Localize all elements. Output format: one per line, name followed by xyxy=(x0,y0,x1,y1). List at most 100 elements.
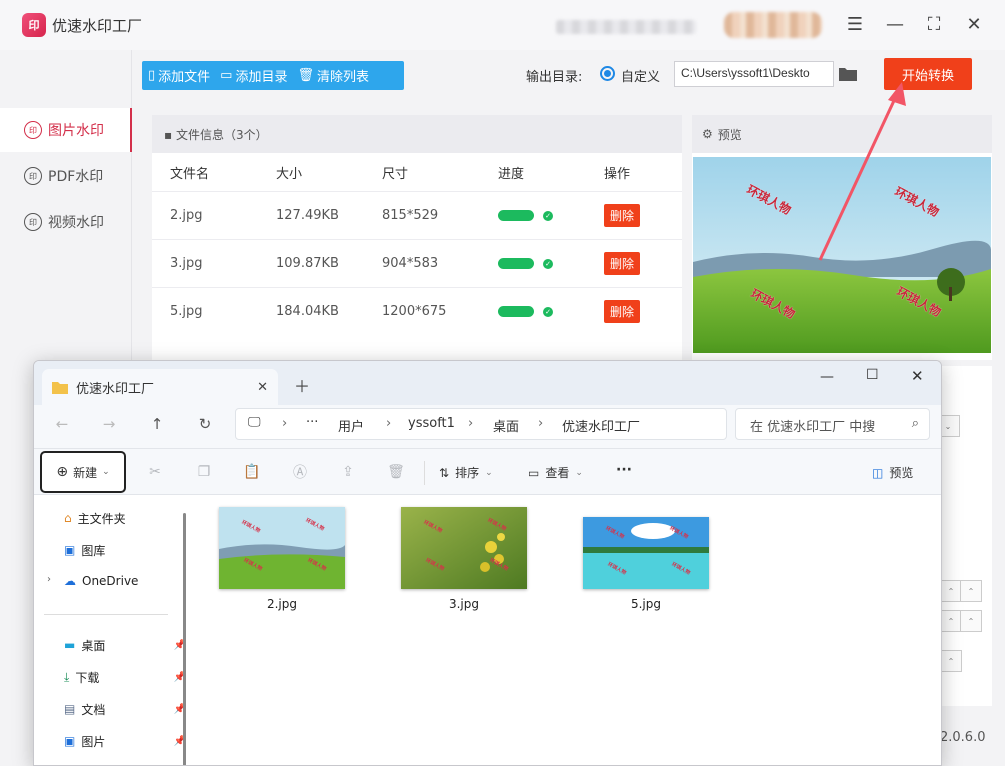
table-header: 文件名 大小 尺寸 进度 操作 xyxy=(152,153,682,191)
plus-circle-icon: ⊕ xyxy=(56,464,69,480)
tab-close-icon[interactable]: ✕ xyxy=(257,380,268,395)
file-toolbar: ▯ 添加文件 ▭ 添加目录 🗑 清除列表 xyxy=(142,61,404,90)
col-action: 操作 xyxy=(604,166,631,182)
preview-pane-button[interactable]: ◫ 预览 xyxy=(872,464,913,481)
progress-bar xyxy=(498,306,534,317)
nav-item-downloads[interactable]: ⤓ 下载 📌 xyxy=(64,663,186,691)
breadcrumb-item[interactable]: 优速水印工厂 xyxy=(562,416,640,435)
search-icon: ⌕ xyxy=(911,416,919,431)
app-version: 2.0.6.0 xyxy=(940,730,986,745)
tab-title: 优速水印工厂 xyxy=(76,381,155,397)
sort-icon: ⇅ xyxy=(439,465,450,480)
more-options-icon[interactable]: ··· xyxy=(616,462,632,478)
copy-icon[interactable]: ❐ xyxy=(193,461,215,483)
more-path-icon[interactable]: ··· xyxy=(306,415,318,430)
file-info-header: ▪ 文件信息（3个） xyxy=(152,115,682,153)
col-dims: 尺寸 xyxy=(382,166,409,182)
breadcrumb-item[interactable]: 桌面 xyxy=(493,416,519,435)
menu-icon[interactable]: ☰ xyxy=(843,12,867,36)
new-button[interactable]: ⊕ 新建 ⌄ xyxy=(40,451,126,493)
seal-icon: 印 xyxy=(24,167,42,185)
progress-indicator: ✓ xyxy=(498,192,553,239)
file-name-label[interactable]: 2.jpg xyxy=(219,597,345,611)
file-name-label[interactable]: 3.jpg xyxy=(401,597,527,611)
annotation-arrow xyxy=(818,82,906,261)
file-icon: ▯ xyxy=(148,68,156,83)
spinner-control[interactable]: ⌃ xyxy=(940,610,962,632)
explorer-tab[interactable]: 优速水印工厂 ✕ xyxy=(42,369,278,405)
clear-list-button[interactable]: 🗑 清除列表 xyxy=(297,66,369,85)
nav-item-desktop[interactable]: ▬ 桌面 📌 xyxy=(64,631,186,659)
file-name: 5.jpg xyxy=(170,304,203,319)
chevron-right-icon: › xyxy=(282,416,288,431)
nav-item-home[interactable]: ⌂ 主文件夹 xyxy=(64,504,186,532)
custom-dir-label: 自定义 xyxy=(621,70,661,85)
chevron-right-icon: › xyxy=(386,416,392,431)
rename-icon[interactable]: Ⓐ xyxy=(289,461,311,483)
minimize-icon[interactable]: — xyxy=(820,369,834,385)
file-dims: 1200*675 xyxy=(382,304,447,319)
forward-icon[interactable]: → xyxy=(97,412,121,436)
up-icon[interactable]: ↑ xyxy=(145,412,169,436)
file-name-label[interactable]: 5.jpg xyxy=(583,597,709,611)
paste-icon[interactable]: 📋 xyxy=(241,461,263,483)
user-avatar-blurred[interactable] xyxy=(724,12,822,38)
close-icon[interactable]: ✕ xyxy=(962,12,986,36)
delete-icon[interactable]: 🗑 xyxy=(385,461,407,483)
search-input[interactable]: 在 优速水印工厂 中搜 ⌕ xyxy=(735,408,930,440)
nav-item-onedrive[interactable]: ☁ OneDrive xyxy=(64,567,186,595)
minimize-icon[interactable]: — xyxy=(883,12,907,36)
close-icon[interactable]: ✕ xyxy=(911,367,924,385)
file-size: 109.87KB xyxy=(276,256,339,271)
pictures-icon: ▣ xyxy=(64,734,76,748)
nav-item-documents[interactable]: ▤ 文档 📌 xyxy=(64,695,186,723)
progress-indicator: ✓ xyxy=(498,240,553,287)
fullscreen-icon[interactable]: ⛶ xyxy=(922,12,946,36)
file-name: 2.jpg xyxy=(170,208,203,223)
breadcrumb-item[interactable]: 用户 xyxy=(338,416,364,435)
delete-button[interactable]: 删除 xyxy=(604,204,641,227)
address-bar[interactable]: 🖵 › ··· 用户 › yssoft1 › 桌面 › 优速水印工厂 xyxy=(235,408,727,440)
expand-chevron-icon[interactable]: › xyxy=(47,574,51,585)
nav-item-pictures[interactable]: ▣ 图片 📌 xyxy=(64,727,186,755)
breadcrumb-item[interactable]: yssoft1 xyxy=(408,416,455,431)
app-title: 优速水印工厂 xyxy=(52,17,143,35)
refresh-icon[interactable]: ↻ xyxy=(193,412,217,436)
sort-button[interactable]: ⇅ 排序 ⌄ xyxy=(439,464,493,481)
delete-button[interactable]: 删除 xyxy=(604,252,641,275)
cut-icon[interactable]: ✂ xyxy=(144,461,166,483)
file-thumbnail-2[interactable]: 环琪人物 环琪人物 环琪人物 环琪人物 xyxy=(219,507,345,589)
chevron-right-icon: › xyxy=(468,416,474,431)
file-dims: 815*529 xyxy=(382,208,439,223)
nav-item-gallery[interactable]: ▣ 图库 xyxy=(64,536,186,564)
new-tab-icon[interactable]: ＋ xyxy=(294,373,310,397)
spinner-control[interactable]: ⌃ xyxy=(960,580,982,602)
share-icon[interactable]: ⇪ xyxy=(337,461,359,483)
home-icon: ⌂ xyxy=(64,511,72,525)
add-file-button[interactable]: ▯ 添加文件 xyxy=(148,66,210,85)
chevron-down-icon: ⌄ xyxy=(102,467,110,477)
sidebar-item-pdf-watermark[interactable]: 印 PDF水印 xyxy=(0,154,132,198)
col-progress: 进度 xyxy=(498,166,525,182)
sidebar-item-image-watermark[interactable]: 印 图片水印 xyxy=(0,108,132,152)
sidebar-item-label: 视频水印 xyxy=(48,215,104,231)
gear-icon: ⚙ xyxy=(702,127,713,141)
file-thumbnail-3[interactable]: 环琪人物 环琪人物 环琪人物 环琪人物 xyxy=(401,507,527,589)
preview-pane-icon: ◫ xyxy=(872,465,884,480)
gallery-icon: ▣ xyxy=(64,543,76,557)
spinner-control[interactable]: ⌃ xyxy=(960,610,982,632)
scrollbar[interactable] xyxy=(183,513,186,765)
sidebar-item-video-watermark[interactable]: 印 视频水印 xyxy=(0,200,132,244)
table-row: 2.jpg 127.49KB 815*529 ✓ 删除 xyxy=(152,191,682,239)
seal-icon: 印 xyxy=(24,213,42,231)
add-folder-button[interactable]: ▭ 添加目录 xyxy=(220,66,287,85)
view-button[interactable]: ▭ 查看 ⌄ xyxy=(528,464,583,481)
maximize-icon[interactable]: ☐ xyxy=(866,367,879,383)
delete-button[interactable]: 删除 xyxy=(604,300,641,323)
spinner-control[interactable]: ⌃ xyxy=(940,580,962,602)
check-icon: ✓ xyxy=(543,210,553,221)
back-icon[interactable]: ← xyxy=(50,412,74,436)
file-thumbnail-5[interactable]: 环琪人物 环琪人物 环琪人物 环琪人物 xyxy=(583,517,709,589)
spinner-control[interactable]: ⌃ xyxy=(940,650,962,672)
custom-dir-radio[interactable] xyxy=(600,66,615,81)
